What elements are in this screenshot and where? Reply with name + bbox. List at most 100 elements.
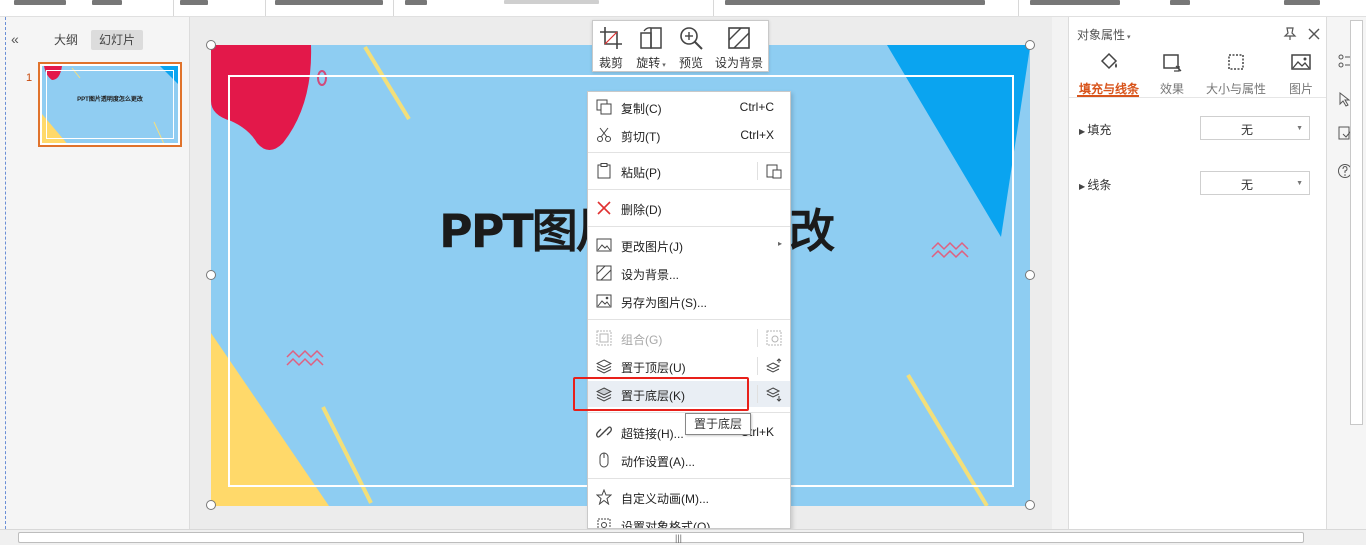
property-panel-title[interactable]: 对象属性 ▾ — [1077, 26, 1130, 43]
ribbon-separator — [265, 0, 266, 16]
menu-item-label: 粘贴(P) — [621, 166, 661, 180]
paste-special-icon[interactable] — [766, 163, 782, 179]
tab-slides[interactable]: 幻灯片 — [91, 30, 144, 50]
resize-handle-bottom-left[interactable] — [206, 500, 216, 510]
tab-label: 效果 — [1159, 82, 1184, 96]
rotate-button[interactable]: 旋转 ▾ — [631, 21, 671, 73]
fill-select[interactable]: 无 ▼ — [1200, 116, 1310, 140]
cut-icon — [597, 127, 611, 142]
ribbon-separator — [1018, 0, 1019, 16]
tab-picture[interactable]: 图片 — [1281, 51, 1321, 97]
tab-effect[interactable]: 效果 — [1151, 51, 1193, 97]
menu-item-cut[interactable]: 剪切(T) Ctrl+X — [588, 122, 790, 148]
vertical-scrollbar[interactable] — [1350, 20, 1363, 425]
menu-item-label: 自定义动画(M)... — [621, 492, 709, 506]
menu-separator — [588, 152, 790, 153]
ribbon-fragment — [1170, 0, 1190, 5]
ribbon-fragment — [1284, 0, 1320, 5]
chevron-down-icon: ▼ — [1296, 180, 1303, 187]
bring-to-front-icon — [596, 359, 612, 374]
send-backward-icon[interactable] — [766, 386, 782, 402]
resize-handle-top-right[interactable] — [1025, 40, 1035, 50]
menu-item-label: 动作设置(A)... — [621, 455, 695, 469]
pin-icon[interactable] — [1283, 27, 1297, 41]
menu-item-label: 置于顶层(U) — [621, 361, 686, 375]
set-background-button[interactable]: 设为背景 — [711, 21, 767, 73]
ribbon-separator — [393, 0, 394, 16]
menu-item-shortcut: Ctrl+C — [739, 100, 774, 114]
preview-button[interactable]: 预览 — [675, 21, 707, 73]
menu-item-save-as-picture[interactable]: 另存为图片(S)... — [588, 288, 790, 314]
resize-handle-left[interactable] — [206, 270, 216, 280]
menu-item-shortcut: Ctrl+X — [740, 128, 774, 142]
thumbnail-title: PPT图片透明度怎么更改 — [77, 97, 143, 103]
tab-outline[interactable]: 大纲 — [46, 30, 86, 50]
fill-section-toggle[interactable]: ▶ 填充 — [1079, 121, 1111, 138]
paste-icon — [597, 163, 611, 179]
menu-item-label: 设置对象格式(O)... — [621, 520, 721, 529]
resize-handle-top-left[interactable] — [206, 40, 216, 50]
ribbon-toolbar — [0, 0, 1366, 17]
slide-thumbnail[interactable]: PPT图片透明度怎么更改 — [38, 62, 182, 147]
menu-divider — [757, 385, 758, 403]
tab-label: 图片 — [1288, 82, 1313, 96]
star-icon — [596, 489, 612, 505]
line-select[interactable]: 无 ▼ — [1200, 171, 1310, 195]
menu-item-format-object[interactable]: 设置对象格式(O)... — [588, 512, 790, 529]
menu-item-delete[interactable]: 删除(D) — [588, 195, 790, 221]
menu-item-copy[interactable]: 复制(C) Ctrl+C — [588, 94, 790, 120]
menu-divider — [757, 357, 758, 375]
set-background-icon — [596, 265, 612, 281]
delete-icon — [597, 201, 611, 215]
menu-item-paste[interactable]: 粘贴(P) — [588, 158, 790, 184]
ribbon-fragment — [725, 0, 985, 5]
menu-separator — [588, 226, 790, 227]
ribbon-fragment — [504, 0, 599, 4]
horizontal-scrollbar[interactable]: ||| — [0, 529, 1366, 545]
group-icon — [596, 330, 612, 346]
menu-divider — [757, 162, 758, 180]
set-background-icon — [728, 27, 750, 49]
property-panel: 对象属性 ▾ 填充与线条 效果 大小与属性 图片 ▶ 填充 无 ▼ ▶ 线条 无… — [1068, 17, 1327, 529]
ribbon-fragment — [1030, 0, 1120, 5]
crop-button[interactable]: 裁剪 — [595, 21, 627, 73]
slide-title-tail[interactable]: 改 — [789, 195, 835, 261]
menu-item-set-background[interactable]: 设为背景... — [588, 260, 790, 286]
menu-item-label: 超链接(H)... — [621, 427, 684, 441]
menu-item-label: 组合(G) — [621, 333, 663, 347]
line-section-toggle[interactable]: ▶ 线条 — [1079, 176, 1111, 193]
menu-item-custom-animation[interactable]: 自定义动画(M)... — [588, 484, 790, 510]
fill-bucket-icon — [1100, 52, 1118, 70]
horizontal-scrollbar-thumb[interactable]: ||| — [18, 532, 1304, 543]
group-options-icon — [766, 330, 782, 346]
bring-forward-icon[interactable] — [766, 358, 782, 374]
slide-panel: « 大纲 幻灯片 1 PPT图片透明度怎么更改 — [0, 17, 190, 529]
close-icon[interactable] — [1307, 27, 1321, 41]
copy-icon — [596, 99, 612, 115]
ribbon-fragment — [275, 0, 383, 5]
mouse-icon — [599, 452, 609, 468]
size-icon — [1228, 54, 1244, 70]
crop-label: 裁剪 — [598, 56, 623, 70]
tab-label: 大小与属性 — [1205, 82, 1266, 96]
hyperlink-icon — [596, 426, 612, 438]
menu-item-change-picture[interactable]: 更改图片(J) ▸ — [588, 232, 790, 258]
ribbon-fragment — [405, 0, 427, 5]
menu-item-group[interactable]: 组合(G) — [588, 325, 790, 351]
menu-item-label: 复制(C) — [621, 102, 662, 116]
menu-item-bring-to-front[interactable]: 置于顶层(U) — [588, 353, 790, 379]
resize-handle-right[interactable] — [1025, 270, 1035, 280]
menu-separator — [588, 319, 790, 320]
rotate-label: 旋转 ▾ — [636, 56, 666, 70]
tab-size-and-properties[interactable]: 大小与属性 — [1203, 51, 1269, 97]
submenu-arrow-icon: ▸ — [777, 239, 782, 248]
menu-item-label: 剪切(T) — [621, 130, 661, 144]
change-picture-icon — [596, 238, 612, 252]
tab-fill-and-line[interactable]: 填充与线条 — [1073, 51, 1145, 97]
menu-item-action-settings[interactable]: 动作设置(A)... — [588, 447, 790, 473]
panel-splitter[interactable] — [5, 17, 6, 529]
double-chevron-left-icon[interactable]: « — [11, 31, 19, 47]
context-menu: 复制(C) Ctrl+C 剪切(T) Ctrl+X 粘贴(P) 删除(D) 更改… — [587, 91, 791, 529]
ribbon-fragment — [14, 0, 66, 5]
resize-handle-bottom-right[interactable] — [1025, 500, 1035, 510]
